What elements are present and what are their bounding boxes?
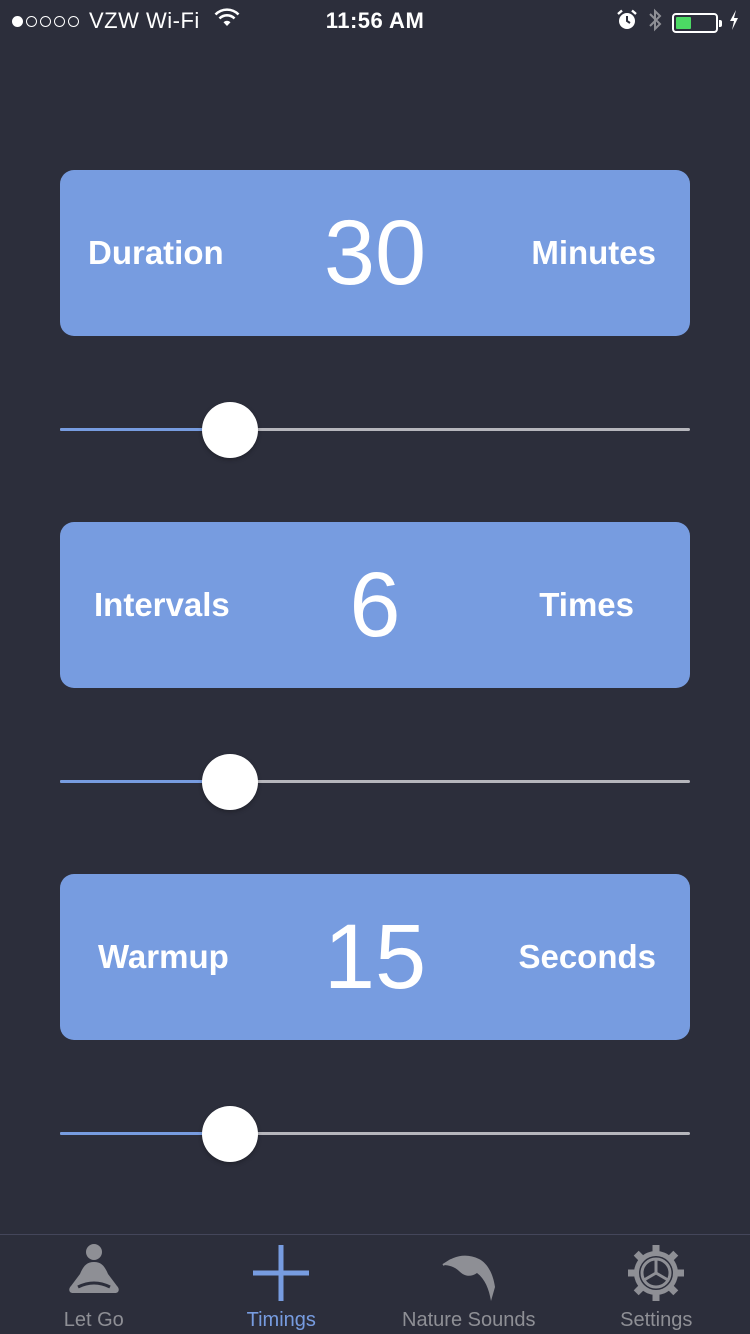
tab-timings[interactable]: Timings xyxy=(188,1235,376,1334)
plus-icon xyxy=(251,1243,311,1308)
tab-bar: Let Go Timings Nature Sounds Settings xyxy=(0,1234,750,1334)
gear-icon xyxy=(626,1243,686,1308)
intervals-card: Intervals 6 Times xyxy=(60,522,690,688)
duration-unit: Minutes xyxy=(531,234,656,271)
warmup-unit: Seconds xyxy=(518,938,656,975)
status-bar: VZW Wi-Fi 11:56 AM xyxy=(0,0,750,40)
intervals-slider[interactable] xyxy=(60,752,690,812)
tab-let-go[interactable]: Let Go xyxy=(0,1235,188,1334)
duration-card: Duration 30 Minutes xyxy=(60,170,690,336)
intervals-unit: Times xyxy=(539,586,634,623)
status-right xyxy=(616,8,740,38)
charging-icon xyxy=(728,9,740,37)
duration-label: Duration xyxy=(88,234,224,271)
meditation-icon xyxy=(64,1243,124,1306)
alarm-icon xyxy=(616,9,638,37)
battery-icon xyxy=(672,13,722,33)
duration-slider[interactable] xyxy=(60,400,690,460)
warmup-label: Warmup xyxy=(98,938,229,975)
tab-label: Settings xyxy=(620,1309,693,1331)
tab-settings[interactable]: Settings xyxy=(563,1235,750,1334)
bluetooth-icon xyxy=(648,8,662,38)
battery-level xyxy=(676,17,691,29)
bird-icon xyxy=(439,1243,499,1308)
tab-label: Nature Sounds xyxy=(402,1309,536,1331)
app-screen: VZW Wi-Fi 11:56 AM Duration 30 Minutes I… xyxy=(0,0,750,1334)
slider-thumb[interactable] xyxy=(202,754,259,810)
battery-tip xyxy=(719,20,722,27)
tab-nature-sounds[interactable]: Nature Sounds xyxy=(375,1235,563,1334)
warmup-slider[interactable] xyxy=(60,1104,690,1164)
warmup-card: Warmup 15 Seconds xyxy=(60,874,690,1040)
intervals-label: Intervals xyxy=(94,586,230,623)
tab-label: Timings xyxy=(246,1309,316,1331)
slider-thumb[interactable] xyxy=(202,402,259,458)
tab-label: Let Go xyxy=(63,1309,124,1331)
slider-thumb[interactable] xyxy=(202,1106,259,1162)
